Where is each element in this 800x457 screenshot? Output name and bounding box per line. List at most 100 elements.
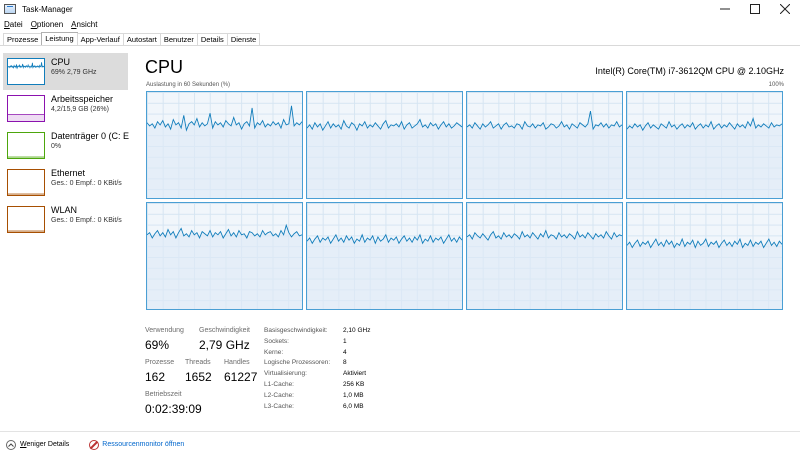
menu-item-ansicht[interactable]: Ansicht [67,20,101,29]
ethernet-thumbnail [7,169,45,196]
tab-app-verlauf[interactable]: App-Verlauf [76,33,124,45]
sidebar-item-value: Ges.: 0 Empf.: 0 KBit/s [51,180,122,187]
tab-autostart[interactable]: Autostart [122,33,161,45]
footer-bar: Weniger Details Ressourcenmonitor öffnen [0,431,800,457]
core-graph [306,202,463,310]
usage-value: 69% [145,338,170,352]
core-usage-area [467,111,622,198]
minimize-button[interactable] [710,0,740,18]
core-usage-plot [627,117,782,198]
resource-monitor-link[interactable]: Ressourcenmonitor öffnen [75,439,185,450]
sidebar-item-label: Datenträger 0 (C: E [51,131,129,141]
core-usage-plot [307,118,462,198]
info-row: Logische Prozessoren: 8 [264,358,370,369]
core-usage-area [627,118,782,198]
info-value: 1 [343,337,347,345]
disk-thumbnail [7,132,45,159]
info-value: 8 [343,359,347,367]
thumbnail-graph [8,114,44,121]
window-controls [710,0,800,18]
core-graph [466,91,623,199]
sidebar-item-label: Ethernet [51,168,86,178]
info-key: Kerne: [264,348,284,356]
tab-bar: Prozesse Leistung App-Verlauf Autostart … [0,32,800,46]
processes-value: 162 [145,370,166,384]
info-value: 1,0 MB [343,391,364,399]
core-usage-plot [147,105,302,198]
threads-value: 1652 [185,370,212,384]
maximize-button[interactable] [740,0,770,18]
close-button[interactable] [770,0,800,18]
info-row: L1-Cache: 256 KB [264,380,370,391]
sidebar-item-value: 0% [51,143,62,150]
tab-details[interactable]: Details [196,33,228,45]
menu-item-optionen[interactable]: Optionen [27,20,67,29]
usage-label: Verwendung [145,327,184,334]
memory-thumbnail [7,95,45,122]
minimize-icon [720,8,730,10]
thumbnail-graph [7,62,45,70]
core-graph [146,91,303,199]
task-manager-icon [4,4,16,14]
sidebar-item-label: CPU [51,57,71,67]
info-value: Aktiviert [343,370,367,378]
uptime-label: Betriebszeit [145,391,182,398]
core-graph [146,202,303,310]
info-key: Sockets: [264,337,289,345]
resource-sidebar: CPU 69% 2,79 GHz Arbeitsspeicher 4,2/15,9 … [0,50,130,430]
menu-item-datei[interactable]: Datei [0,20,27,29]
info-value: 6,0 MB [343,402,364,410]
chevron-up-icon [6,439,16,450]
speed-label: Geschwindigkeit [199,327,250,334]
uptime-value: 0:02:39:09 [145,402,202,416]
tab-benutzer[interactable]: Benutzer [159,33,198,45]
sidebar-item-disk[interactable]: Datenträger 0 (C: E 0% [3,127,129,164]
info-key: L3-Cache: [264,402,294,410]
info-key: L2-Cache: [264,391,294,399]
sidebar-item-memory[interactable]: Arbeitsspeicher 4,2/15,9 GB (26%) [3,90,128,127]
core-graph [626,91,783,199]
menu-item-label: ptionen [36,20,64,29]
core-usage-plot [627,237,782,309]
info-key: Logische Prozessoren: [264,359,331,367]
tab-dienste[interactable]: Dienste [226,33,261,45]
thumbnail-graph [8,230,44,232]
cpu-core-graphs [146,91,785,312]
info-key: Basisgeschwindigkeit: [264,327,328,334]
info-row: Basisgeschwindigkeit: 2,10 GHz [264,326,370,337]
tab-leistung[interactable]: Leistung [41,32,78,45]
core-usage-plot [467,229,622,309]
handles-value: 61227 [224,370,258,384]
less-details-label-text: eniger Details [26,441,70,448]
sidebar-item-wlan[interactable]: WLAN Ges.: 0 Empf.: 0 KBit/s [3,201,128,238]
less-details-label: Weniger Details [20,441,69,448]
core-graph [626,202,783,310]
wlan-thumbnail [7,206,45,233]
tab-prozesse[interactable]: Prozesse [3,33,43,45]
info-row: L3-Cache: 6,0 MB [264,402,370,413]
maximize-icon [750,4,760,14]
cpu-model-name: Intel(R) Core(TM) i7-3612QM CPU @ 2.10GH… [595,66,784,76]
core-usage-area [307,234,462,309]
menu-item-label: nsicht [76,20,98,29]
sidebar-item-cpu[interactable]: CPU 69% 2,79 GHz [3,53,128,90]
core-graph [306,91,463,199]
thumbnail-graph [8,156,44,158]
title-bar: Task-Manager [0,0,800,18]
core-usage-area [627,239,782,309]
info-value: 2,10 GHz [343,327,371,334]
core-usage-area [307,119,462,198]
resource-monitor-label: Ressourcenmonitor öffnen [102,441,185,448]
sidebar-item-value: 69% 2,79 GHz [51,69,97,76]
info-key: Virtualisierung: [264,370,307,378]
sidebar-item-ethernet[interactable]: Ethernet Ges.: 0 Empf.: 0 KBit/s [3,164,128,201]
handles-label: Handles [224,359,250,366]
less-details-button[interactable]: Weniger Details [6,439,69,450]
page-title: CPU [145,57,184,77]
graph-axis-label: Auslastung in 60 Sekunden (%) [146,82,231,88]
graph-axis-max: 100% [768,82,784,88]
info-value: 256 KB [343,380,365,388]
info-row: L2-Cache: 1,0 MB [264,391,370,402]
sidebar-item-label: Arbeitsspeicher [51,94,114,104]
speed-value: 2,79 GHz [199,338,250,352]
